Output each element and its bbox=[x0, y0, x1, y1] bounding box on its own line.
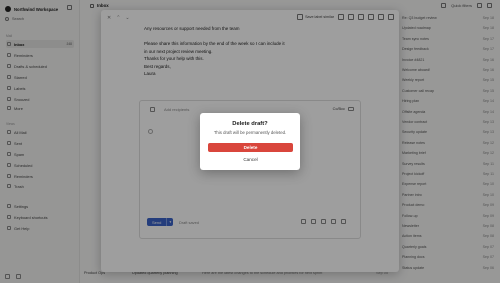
dialog-message: This draft will be permanently deleted. bbox=[213, 130, 287, 135]
dialog-title: Delete draft? bbox=[232, 121, 268, 127]
delete-draft-dialog: Delete draft? This draft will be permane… bbox=[200, 113, 300, 170]
delete-button[interactable]: Delete bbox=[208, 143, 293, 152]
cancel-button[interactable]: Cancel bbox=[208, 155, 293, 164]
